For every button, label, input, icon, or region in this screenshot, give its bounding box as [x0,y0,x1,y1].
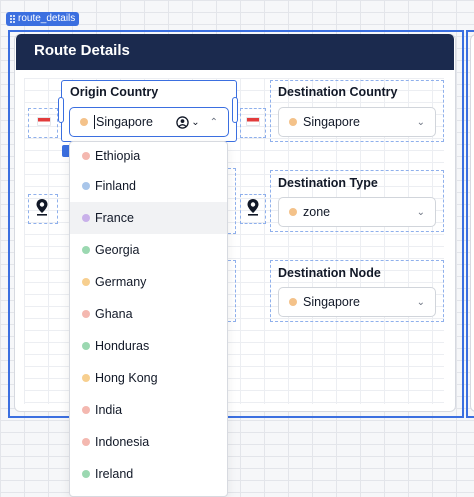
dropdown-option[interactable]: Honduras [70,330,227,362]
destination-node-value: Singapore [303,295,360,309]
destination-country-label: Destination Country [278,85,398,99]
chevron-down-icon[interactable]: ⌄ [417,297,425,308]
option-label: Ireland [95,467,134,481]
origin-node-field-edge [228,260,236,322]
option-dot-icon [82,182,90,190]
destination-country-value: Singapore [303,115,360,129]
option-dot-icon [82,214,90,222]
node-dot-icon [289,298,297,306]
option-dot-icon [82,310,90,318]
option-label: France [95,211,134,225]
option-dot-icon [82,278,90,286]
dropdown-option[interactable]: India [70,394,227,426]
origin-country-dropdown[interactable]: Ethiopia Finland France Georgia Germany Ghana… [69,141,228,497]
drag-handle-icon[interactable] [10,15,15,23]
origin-type-field-edge [228,168,236,234]
dropdown-option[interactable]: Germany [70,266,227,298]
chevron-down-icon[interactable]: ⌄ [417,207,425,218]
option-dot-icon [82,470,90,478]
type-dot-icon [289,208,297,216]
origin-country-value: Singapore [96,115,153,129]
dropdown-option[interactable]: Ghana [70,298,227,330]
selection-tag-label: route_details [18,13,76,24]
option-label: Germany [95,275,147,289]
destination-type-label: Destination Type [278,176,378,190]
chevron-down-icon[interactable]: ⌄ [417,117,425,128]
origin-country-select[interactable]: Singapore ⌄ ⌃ [69,107,229,137]
chevron-up-icon[interactable]: ⌃ [210,117,218,128]
option-dot-icon [82,342,90,350]
dropdown-option[interactable]: Georgia [70,234,227,266]
destination-country-select[interactable]: Singapore ⌄ [278,107,436,137]
option-dot-icon [82,246,90,254]
adjacent-card[interactable] [470,34,474,412]
dropdown-option[interactable]: Hong Kong [70,362,227,394]
component-selection-tag[interactable]: route_details [6,12,80,26]
dropdown-option[interactable]: Ethiopia [70,142,227,170]
map-pin-icon [246,198,260,221]
option-label: Finland [95,179,136,193]
country-dot-icon [289,118,297,126]
resize-handle-left[interactable] [58,97,64,123]
option-label: Georgia [95,243,140,257]
origin-country-label: Origin Country [70,85,159,99]
option-label: Ghana [95,307,133,321]
dropdown-option[interactable]: Ireland [70,458,227,490]
option-label: Hong Kong [95,371,158,385]
card-title: Route Details [34,42,130,59]
option-dot-icon [82,438,90,446]
option-label: Indonesia [95,435,150,449]
option-label: Ethiopia [95,149,141,163]
destination-node-select[interactable]: Singapore ⌄ [278,287,436,317]
dropdown-option[interactable]: Indonesia [70,426,227,458]
singapore-flag-icon [37,117,51,126]
destination-type-select[interactable]: zone ⌄ [278,197,436,227]
dropdown-option[interactable]: Finland [70,170,227,202]
dropdown-option[interactable]: France [70,202,227,234]
destination-type-value: zone [303,205,331,219]
text-cursor [94,115,95,129]
option-dot-icon [82,152,90,160]
option-label: Honduras [95,339,150,353]
user-circle-icon[interactable] [176,115,189,129]
option-dot-icon [82,406,90,414]
chevron-down-icon[interactable]: ⌄ [191,117,199,128]
destination-node-label: Destination Node [278,266,381,280]
map-pin-icon [35,198,49,221]
resize-handle-right[interactable] [232,97,238,123]
option-label: India [95,403,123,417]
option-dot-icon [82,374,90,382]
country-dot-icon [80,118,88,126]
singapore-flag-icon [246,117,260,126]
